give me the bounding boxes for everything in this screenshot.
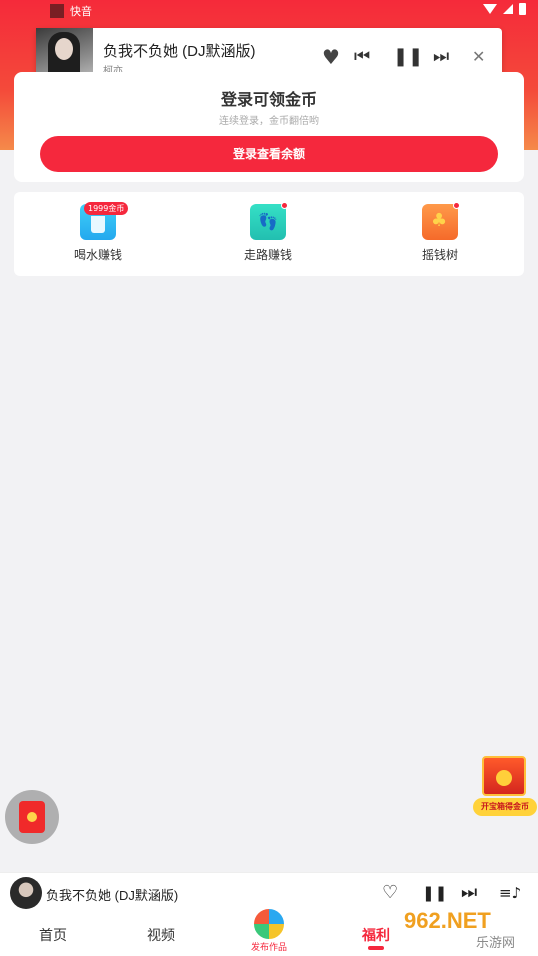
mini-player-title: 负我不负她 (DJ默涵版) bbox=[46, 888, 179, 903]
publish-icon bbox=[251, 906, 287, 942]
heart-icon[interactable]: ♥ bbox=[322, 46, 340, 68]
coin-badge: 1999金币 bbox=[84, 202, 129, 215]
red-packet-button[interactable] bbox=[5, 790, 59, 844]
pause-icon[interactable]: ❚❚ bbox=[422, 882, 447, 904]
wifi-icon bbox=[483, 4, 497, 14]
status-icons bbox=[483, 3, 526, 15]
previous-icon[interactable]: ⏮ bbox=[354, 46, 370, 68]
earn-card: 喝水赚钱 1999金币 👣 走路赚钱 ♣ 摇钱树 bbox=[14, 192, 524, 276]
earn-item-tree[interactable]: ♣ 摇钱树 bbox=[400, 202, 480, 263]
earn-label-tree: 摇钱树 bbox=[421, 248, 458, 262]
money-tree-icon: ♣ bbox=[422, 202, 460, 240]
cover-face-shape bbox=[55, 38, 73, 60]
next-icon[interactable]: ⏭ bbox=[433, 46, 449, 68]
battery-icon bbox=[519, 3, 526, 15]
tree-glyph: ♣ bbox=[431, 210, 448, 231]
footprint-glyph: 👣 bbox=[258, 212, 278, 231]
cup-shape bbox=[91, 216, 105, 233]
signal-icon bbox=[503, 4, 513, 14]
red-dot-badge bbox=[453, 202, 460, 209]
status-bar: 快音 bbox=[0, 0, 538, 22]
earn-label-water: 喝水赚钱 bbox=[73, 248, 122, 262]
tab-home[interactable]: 首页 bbox=[39, 925, 67, 945]
login-button[interactable]: 登录查看余额 bbox=[40, 136, 498, 172]
pause-icon[interactable]: ❚❚ bbox=[393, 46, 423, 68]
status-app-name: 快音 bbox=[70, 5, 92, 18]
mini-player-avatar bbox=[10, 877, 42, 909]
heart-outline-icon[interactable]: ♡ bbox=[382, 882, 398, 904]
login-subtitle: 连续登录，金币翻倍哟 bbox=[219, 116, 319, 127]
tab-welfare[interactable]: 福利 bbox=[362, 925, 390, 945]
red-dot-badge bbox=[281, 202, 288, 209]
watermark-bottom: 乐游网 bbox=[476, 936, 516, 951]
earn-item-walk[interactable]: 👣 走路赚钱 bbox=[228, 202, 308, 263]
tab-video[interactable]: 视频 bbox=[147, 925, 175, 945]
app-notification-icon bbox=[50, 4, 64, 18]
earn-label-walk: 走路赚钱 bbox=[243, 248, 292, 262]
notification-song-title: 负我不负她 (DJ默涵版) bbox=[103, 43, 256, 60]
watermark: 962.NET 乐游网 bbox=[400, 906, 534, 952]
treasure-chest-button[interactable]: 开宝箱得金币 bbox=[472, 750, 538, 820]
close-icon[interactable]: ✕ bbox=[472, 46, 485, 68]
login-card: 登录可领金币 连续登录，金币翻倍哟 登录查看余额 bbox=[14, 72, 524, 182]
login-title: 登录可领金币 bbox=[220, 90, 317, 109]
active-tab-indicator bbox=[368, 946, 384, 950]
treasure-chest-label: 开宝箱得金币 bbox=[473, 798, 537, 816]
red-packet-icon bbox=[19, 801, 45, 833]
coin-icon bbox=[27, 812, 37, 822]
next-icon[interactable]: ⏭ bbox=[461, 882, 477, 904]
playlist-icon[interactable]: ≡♪ bbox=[499, 882, 521, 904]
publish-button[interactable]: 发布作品 bbox=[233, 896, 305, 956]
watermark-top: 962.NET bbox=[404, 908, 491, 933]
footprints-icon: 👣 bbox=[250, 202, 288, 240]
coin-icon bbox=[496, 770, 512, 786]
publish-label: 发布作品 bbox=[250, 943, 287, 953]
